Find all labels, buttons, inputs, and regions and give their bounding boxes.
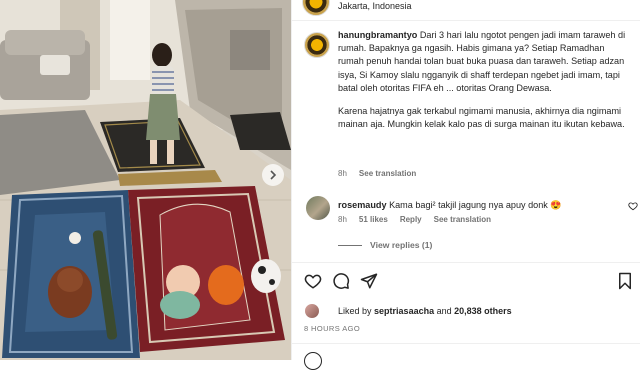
likes-others[interactable]: 20,838 others [454, 306, 512, 316]
view-replies-label: View replies (1) [370, 240, 433, 250]
comment-icon[interactable] [332, 272, 350, 290]
comment-username[interactable]: rosemaudy [338, 200, 387, 210]
comment-see-translation[interactable]: See translation [434, 215, 491, 224]
caption-see-translation[interactable]: See translation [359, 169, 416, 178]
comment-like-icon[interactable] [628, 201, 638, 211]
caption-username[interactable]: hanungbramantyo [338, 30, 417, 40]
view-replies-button[interactable]: View replies (1) [338, 240, 432, 250]
author-avatar[interactable] [302, 0, 330, 16]
post-caption: hanungbramantyo Dari 3 hari lalu ngotot … [338, 29, 630, 141]
liker-avatar[interactable] [304, 303, 320, 319]
likes-user[interactable]: septriasaacha [374, 306, 434, 316]
caption-meta: 8h See translation [338, 169, 416, 178]
bookmark-icon[interactable] [616, 272, 634, 290]
action-bar [304, 272, 634, 292]
commenter-avatar[interactable] [306, 196, 330, 220]
emoji-icon[interactable] [304, 352, 322, 370]
comment-box-divider [292, 343, 640, 344]
comment-time: 8h [338, 215, 347, 224]
liker-avatars [304, 303, 332, 319]
caption-time: 8h [338, 169, 347, 178]
likes-summary: Liked by septriasaacha and 20,838 others [304, 303, 512, 319]
comment-meta: 8h 51 likes Reply See translation [338, 215, 491, 224]
likes-prefix: Liked by [338, 306, 372, 316]
heart-icon[interactable] [304, 272, 322, 290]
comment-likes[interactable]: 51 likes [359, 215, 388, 224]
caption-paragraph-2: Karena hajatnya gak terkabul ngimami man… [338, 106, 625, 130]
post-photo [0, 0, 291, 360]
header-divider [292, 20, 640, 21]
post-details-panel: Jakarta, Indonesia hanungbramantyo Dari … [291, 0, 640, 370]
photo-illustration [0, 0, 291, 360]
caption-author-avatar[interactable] [304, 32, 330, 58]
actions-divider [292, 262, 640, 263]
next-photo-button[interactable] [262, 164, 284, 186]
share-icon[interactable] [360, 272, 378, 290]
chevron-right-icon [270, 170, 277, 180]
comment-reply-button[interactable]: Reply [400, 215, 422, 224]
likes-middle: and [436, 306, 452, 316]
post-location[interactable]: Jakarta, Indonesia [338, 1, 412, 11]
comment-body: Kama bagi² takjil jagung nya apuy donk 😍 [389, 200, 562, 210]
comment-text: rosemaudy Kama bagi² takjil jagung nya a… [338, 200, 562, 211]
view-replies-line [338, 244, 362, 246]
post-timestamp: 8 HOURS AGO [304, 324, 361, 333]
